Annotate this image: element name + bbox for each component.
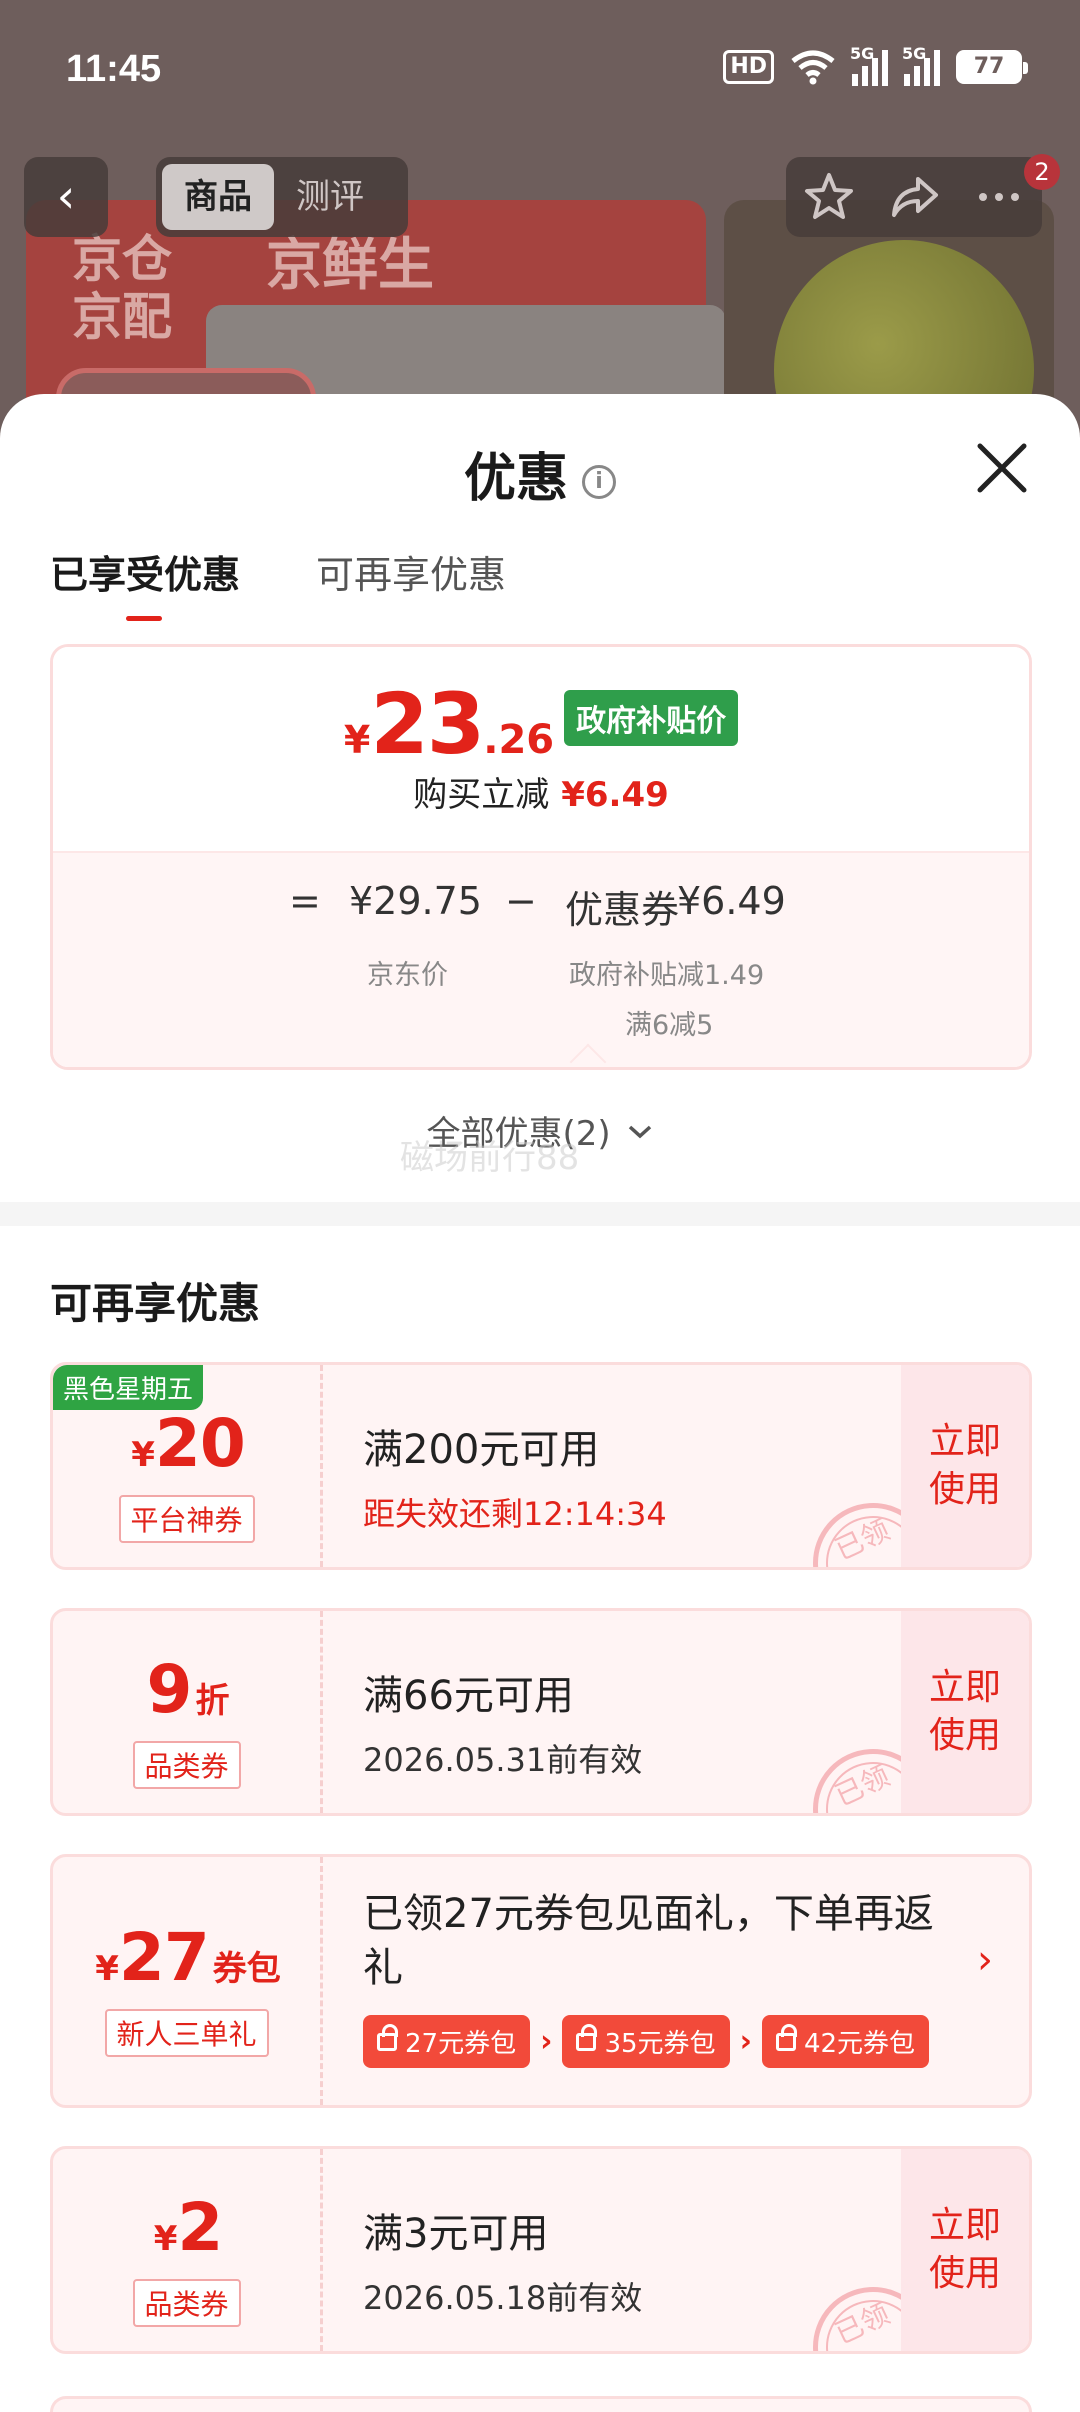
coupon-type: 品类券 [132,2279,241,2327]
jd-price: ¥29.75 [349,879,482,923]
coupon-card: ¥2 品类券 满3元可用 2026.05.18前有效 已领 立即使用 [50,2146,1032,2354]
promotions-sheet: 优惠 i 已享受优惠 可再享优惠 ¥23.26 政府补贴价 购买立减 ¥6.49 = … [0,394,1080,2412]
share-icon[interactable] [884,167,944,227]
battery-icon: 77 [956,50,1028,84]
use-now-button[interactable]: 立即使用 [901,1611,1029,1813]
use-now-button[interactable]: 立即使用 [901,1365,1029,1567]
gov-subsidy-badge: 政府补贴价 [564,690,739,746]
notification-badge: 2 [1024,154,1060,190]
final-price: ¥23.26 政府补贴价 [53,675,1029,773]
coupon-expiry: 2026.05.31前有效 [363,1741,643,1779]
coupon-type: 品类券 [132,1741,241,1789]
tab-review[interactable]: 测评 [274,164,386,230]
coupon-label: 优惠券 [565,888,680,932]
section-divider [0,1202,1080,1226]
coupon-condition: 已领27元券包见面礼，下单再返礼 [363,1891,934,1991]
coupon-amount: ¥6.49 [677,879,786,923]
lock-icon [576,2023,598,2051]
instant-discount: 购买立减 ¥6.49 [413,775,669,815]
gov-subsidy-detail: 政府补贴减1.49 [569,960,765,991]
back-button[interactable]: ‹ [24,157,108,237]
close-icon[interactable] [974,440,1030,496]
chevron-right-icon[interactable]: › [977,1937,993,1983]
lock-icon [775,2023,797,2051]
black-friday-tag: 黑色星期五 [53,1365,204,1410]
coupon-amount: 9折 [146,1651,230,1728]
price-summary-card: ¥23.26 政府补贴价 购买立减 ¥6.49 = ¥29.75 − 优惠券 ¥6.… [50,644,1032,1070]
info-icon[interactable]: i [582,465,616,499]
chevron-right-icon: › [540,2024,553,2059]
coupon-type: 平台神券 [118,1495,255,1543]
star-icon[interactable] [799,167,859,227]
more-icon[interactable] [969,167,1029,227]
coupon-card: ¥20 平台神券 黑色星期五 满200元可用 距失效还剩12:14:34 已领 … [50,1362,1032,1570]
coupon-card-partial [50,2396,1032,2412]
hd-icon: HD [723,50,774,84]
coupon-amount: ¥20 [131,1405,246,1482]
chevron-right-icon: › [739,2024,752,2059]
coupon-expiry: 距失效还剩12:14:34 [363,1495,667,1533]
tab-goods[interactable]: 商品 [162,164,274,230]
watermark: 磁场前行88 [400,1138,580,1178]
coupon-card: 9折 品类券 满66元可用 2026.05.31前有效 已领 立即使用 [50,1608,1032,1816]
tab-enjoyed-promos[interactable]: 已享受优惠 [50,544,240,621]
coupon-type: 新人三单礼 [104,2009,269,2057]
coupon-expiry: 2026.05.18前有效 [363,2279,643,2317]
coupon-pack-chip: 27元券包 [363,2015,531,2068]
tab-available-promos[interactable]: 可再享优惠 [316,544,506,599]
coupon-amount: ¥2 [153,2189,224,2266]
page-tabs: 商品 测评 [156,157,408,237]
coupon-pack-card[interactable]: ¥27 券包 新人三单礼 已领27元券包见面礼，下单再返礼 27元券包 › 35元… [50,1854,1032,2108]
coupon-condition: 满66元可用 [363,1673,574,1719]
coupon-amount: ¥27 券包 [95,1919,281,1996]
status-bar: 11:45 HD 5G 5G 77 [0,0,1080,140]
coupon-condition: 满200元可用 [363,1427,600,1473]
status-time: 11:45 [66,48,162,90]
coupon-pack-chips: 27元券包 › 35元券包 › 42元券包 [363,2015,963,2068]
lock-icon [377,2023,398,2051]
nav-actions [786,157,1042,237]
sheet-title: 优惠 i [0,436,1080,511]
use-now-button[interactable]: 立即使用 [901,2149,1029,2351]
section-title: 可再享优惠 [50,1279,261,1328]
promo-tabs: 已享受优惠 可再享优惠 [50,544,506,621]
banner-warehouse-text: 京仓 京配 [72,230,172,346]
signal-icon-2: 5G [902,44,940,86]
coupon-pack-chip: 35元券包 [562,2015,730,2068]
full-reduce-detail: 满6减5 [625,1010,714,1041]
coupon-pack-chip: 42元券包 [761,2015,930,2068]
coupon-condition: 满3元可用 [363,2211,549,2257]
signal-icon-1: 5G [850,44,888,86]
jd-price-label: 京东价 [367,960,448,991]
wifi-icon [791,50,835,85]
chevron-down-icon [629,1125,652,1139]
